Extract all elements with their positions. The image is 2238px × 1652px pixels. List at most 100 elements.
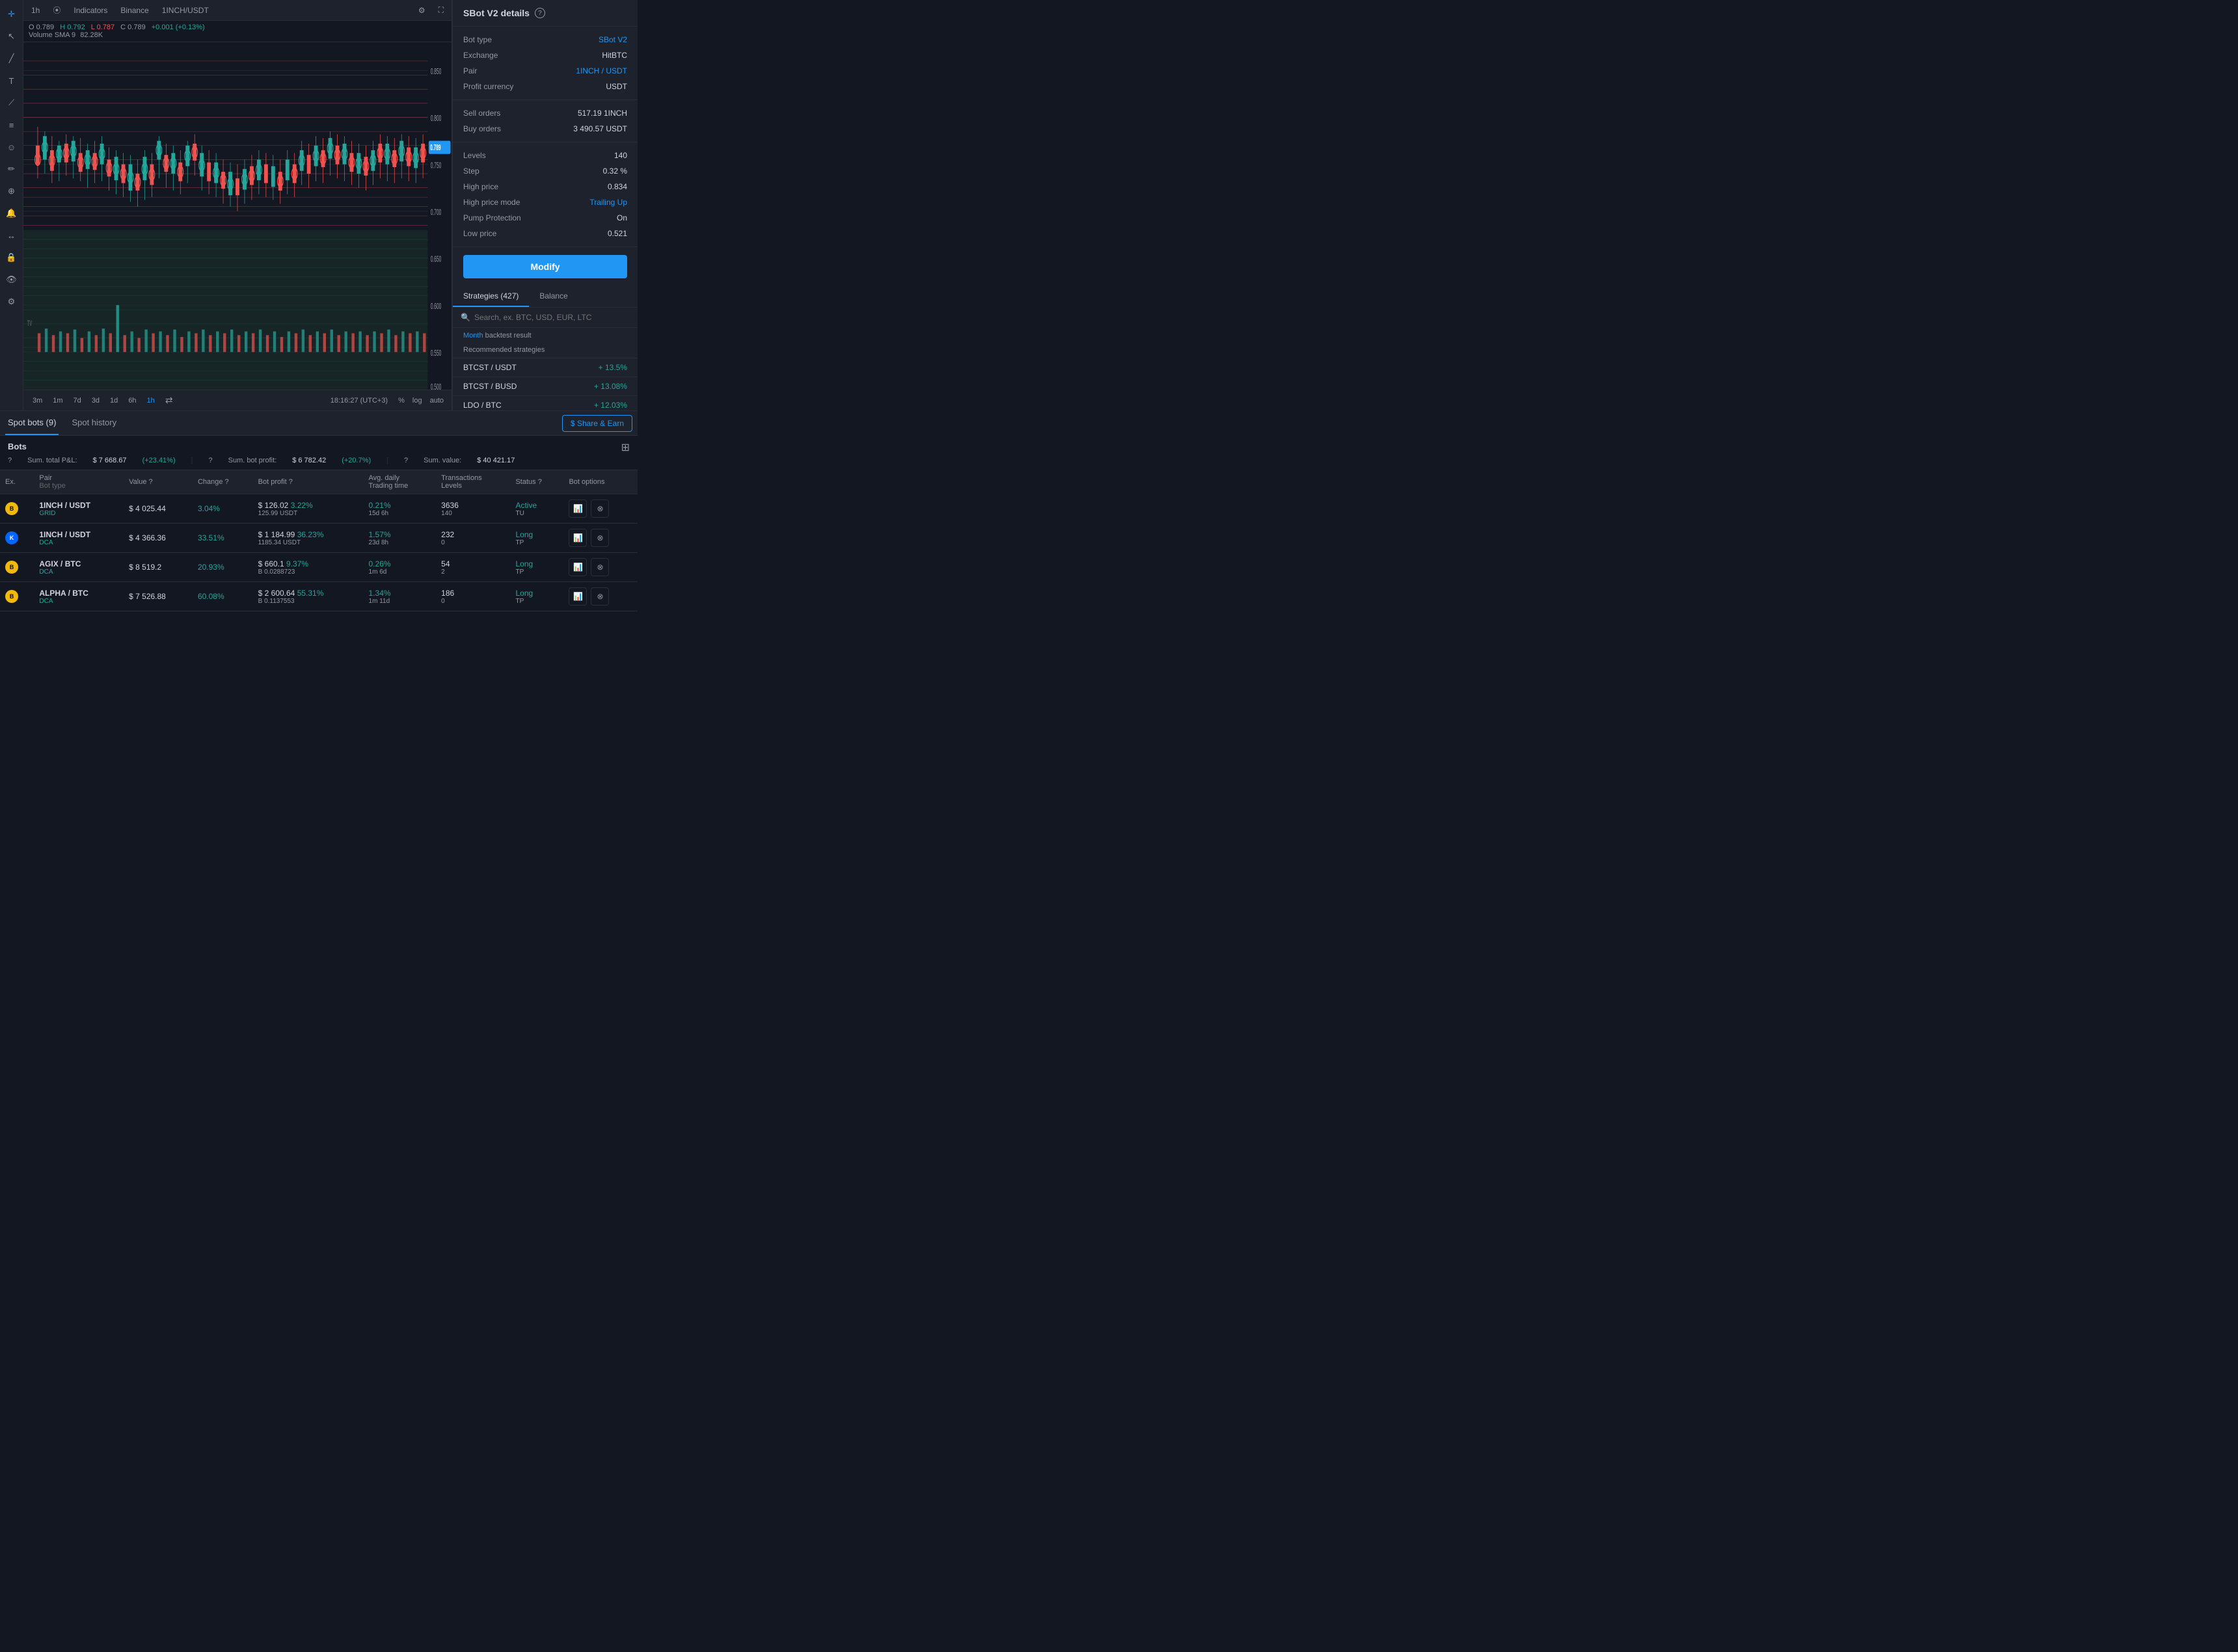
cell-change-2: 20.93% [193,553,253,582]
tf-1d[interactable]: 1d [106,395,122,406]
chart-btn-1[interactable]: 📊 [569,529,587,547]
cell-value-0: $ 4 025.44 [124,494,193,524]
compare-btn[interactable]: ⇄ [165,395,173,406]
balance-tab[interactable]: Balance [529,286,578,307]
share-earn-button[interactable]: $ Share & Earn [562,415,632,432]
svg-text:0.550: 0.550 [431,349,442,358]
stop-btn-3[interactable]: ⊗ [591,587,609,606]
text-tool[interactable]: T [3,72,21,90]
backtest-label: Month backtest result [453,328,638,343]
strategy-search-input[interactable] [474,313,630,322]
strategy-item-0[interactable]: BTCST / USDT + 13.5% [453,358,638,377]
strategies-section: Strategies (427) Balance 🔍 Month backtes… [453,286,638,410]
strategies-tab[interactable]: Strategies (427) [453,286,529,307]
log-scale-btn[interactable]: log [410,395,425,406]
chart-btn-2[interactable]: 📊 [569,558,587,576]
sbot-help-icon[interactable]: ? [535,8,545,18]
cell-status-3: Long TP [510,582,563,611]
volume-value: 82.28K [80,31,103,39]
fibonacci-tool[interactable]: ⟋ [3,94,21,112]
high-price-mode-label: High price mode [463,198,520,207]
tf-1h[interactable]: 1h [143,395,159,406]
pump-protection-row: Pump Protection On [453,210,638,226]
exchange-label: Binance [118,5,151,16]
stop-btn-0[interactable]: ⊗ [591,500,609,518]
line-tool[interactable]: ╱ [3,49,21,68]
pct-scale-btn[interactable]: % [396,395,407,406]
cell-avg-daily-0: 0.21% 15d 6h [364,494,437,524]
svg-text:0.650: 0.650 [431,256,442,265]
strategy-pair-0: BTCST / USDT [463,363,517,372]
cell-bot-profit-0: $ 126.02 3.22% 125.99 USDT [253,494,364,524]
cell-options-0: 📊 ⊗ [563,494,638,524]
strategy-item-2[interactable]: LDO / BTC + 12.03% [453,396,638,410]
alert-tool[interactable]: 🔔 [3,204,21,222]
spot-bots-tab[interactable]: Spot bots (9) [5,411,59,435]
timeframe-selector[interactable]: 1h [29,5,42,16]
modify-button[interactable]: Modify [463,255,627,278]
lock-tool[interactable]: 🔒 [3,248,21,267]
auto-scale-btn[interactable]: auto [427,395,446,406]
high-price-mode-value: Trailing Up [589,198,627,207]
cell-exchange-3: B [0,582,34,611]
ohlc-high: H 0.792 [60,23,85,31]
step-row: Step 0.32 % [453,163,638,179]
tf-6h[interactable]: 6h [124,395,140,406]
svg-text:0.700: 0.700 [431,208,442,217]
chart-type-selector[interactable]: ⦿ [50,3,63,17]
zoom-tool[interactable]: ⊕ [3,182,21,200]
filter-button[interactable]: ⊞ [621,441,630,454]
cursor-tool[interactable]: ↖ [3,27,21,46]
total-pnl-label: Sum. total P&L: [27,457,77,464]
cell-pair-1: 1INCH / USDT DCA [34,524,124,553]
bots-header: Bots ⊞ ? Sum. total P&L: $ 7 668.67 (+23… [0,436,638,470]
strategy-item-1[interactable]: BTCST / BUSD + 13.08% [453,377,638,396]
levels-row: Levels 140 [453,148,638,163]
sum-value-label: Sum. value: [424,457,461,464]
stop-btn-1[interactable]: ⊗ [591,529,609,547]
chart-settings-btn[interactable]: ⚙ [416,5,428,16]
total-pnl-pct: (+23.41%) [142,457,176,464]
settings-tool[interactable]: ⚙ [3,293,21,311]
bottom-tabs-bar: Spot bots (9) Spot history $ Share & Ear… [0,411,638,436]
eye-tool[interactable]: 👁 [3,271,21,289]
cell-transactions-3: 186 0 [436,582,510,611]
col-options: Bot options [563,470,638,494]
stop-btn-2[interactable]: ⊗ [591,558,609,576]
col-exchange: Ex. [0,470,34,494]
tf-3d[interactable]: 3d [88,395,103,406]
buy-orders-value: 3 490.57 USDT [573,124,627,133]
cell-change-1: 33.51% [193,524,253,553]
crosshair-tool[interactable]: ✛ [3,5,21,23]
pencil-tool[interactable]: ✏ [3,160,21,178]
cell-transactions-0: 3636 140 [436,494,510,524]
emoji-tool[interactable]: ☺ [3,138,21,156]
pump-protection-value: On [617,213,627,222]
tf-1m[interactable]: 1m [49,395,66,406]
pair-label: 1INCH/USDT [159,5,211,16]
chart-canvas[interactable]: 0.850 0.800 0.750 0.700 0.650 0.600 0.55… [23,42,452,390]
left-toolbar: ✛ ↖ ╱ T ⟋ ≡ ☺ ✏ ⊕ 🔔 ↔ 🔒 👁 ⚙ [0,0,23,410]
price-info-bar: O 0.789 H 0.792 L 0.787 C 0.789 +0.001 (… [23,21,452,42]
backtest-month[interactable]: Month [463,332,483,340]
price-change: +0.001 (+0.13%) [152,23,205,31]
cell-value-2: $ 8 519.2 [124,553,193,582]
tf-3m[interactable]: 3m [29,395,46,406]
bots-title: Bots [8,442,27,451]
spot-history-tab[interactable]: Spot history [69,411,119,435]
bot-type-label: Bot type [463,35,492,44]
search-icon: 🔍 [461,313,470,322]
low-price-value: 0.521 [608,229,627,238]
fullscreen-btn[interactable]: ⛶ [436,4,446,16]
cell-exchange-1: K [0,524,34,553]
pattern-tool[interactable]: ≡ [3,116,21,134]
tf-7d[interactable]: 7d [70,395,85,406]
chart-btn-0[interactable]: 📊 [569,500,587,518]
ohlc-close: C 0.789 [120,23,146,31]
indicators-btn[interactable]: Indicators [71,5,110,16]
chart-btn-3[interactable]: 📊 [569,587,587,606]
measure-tool[interactable]: ↔ [3,226,21,245]
col-bot-profit: Bot profit ? [253,470,364,494]
cell-value-1: $ 4 366.36 [124,524,193,553]
table-row: B AGIX / BTC DCA $ 8 519.2 20.93% $ 660.… [0,553,638,582]
